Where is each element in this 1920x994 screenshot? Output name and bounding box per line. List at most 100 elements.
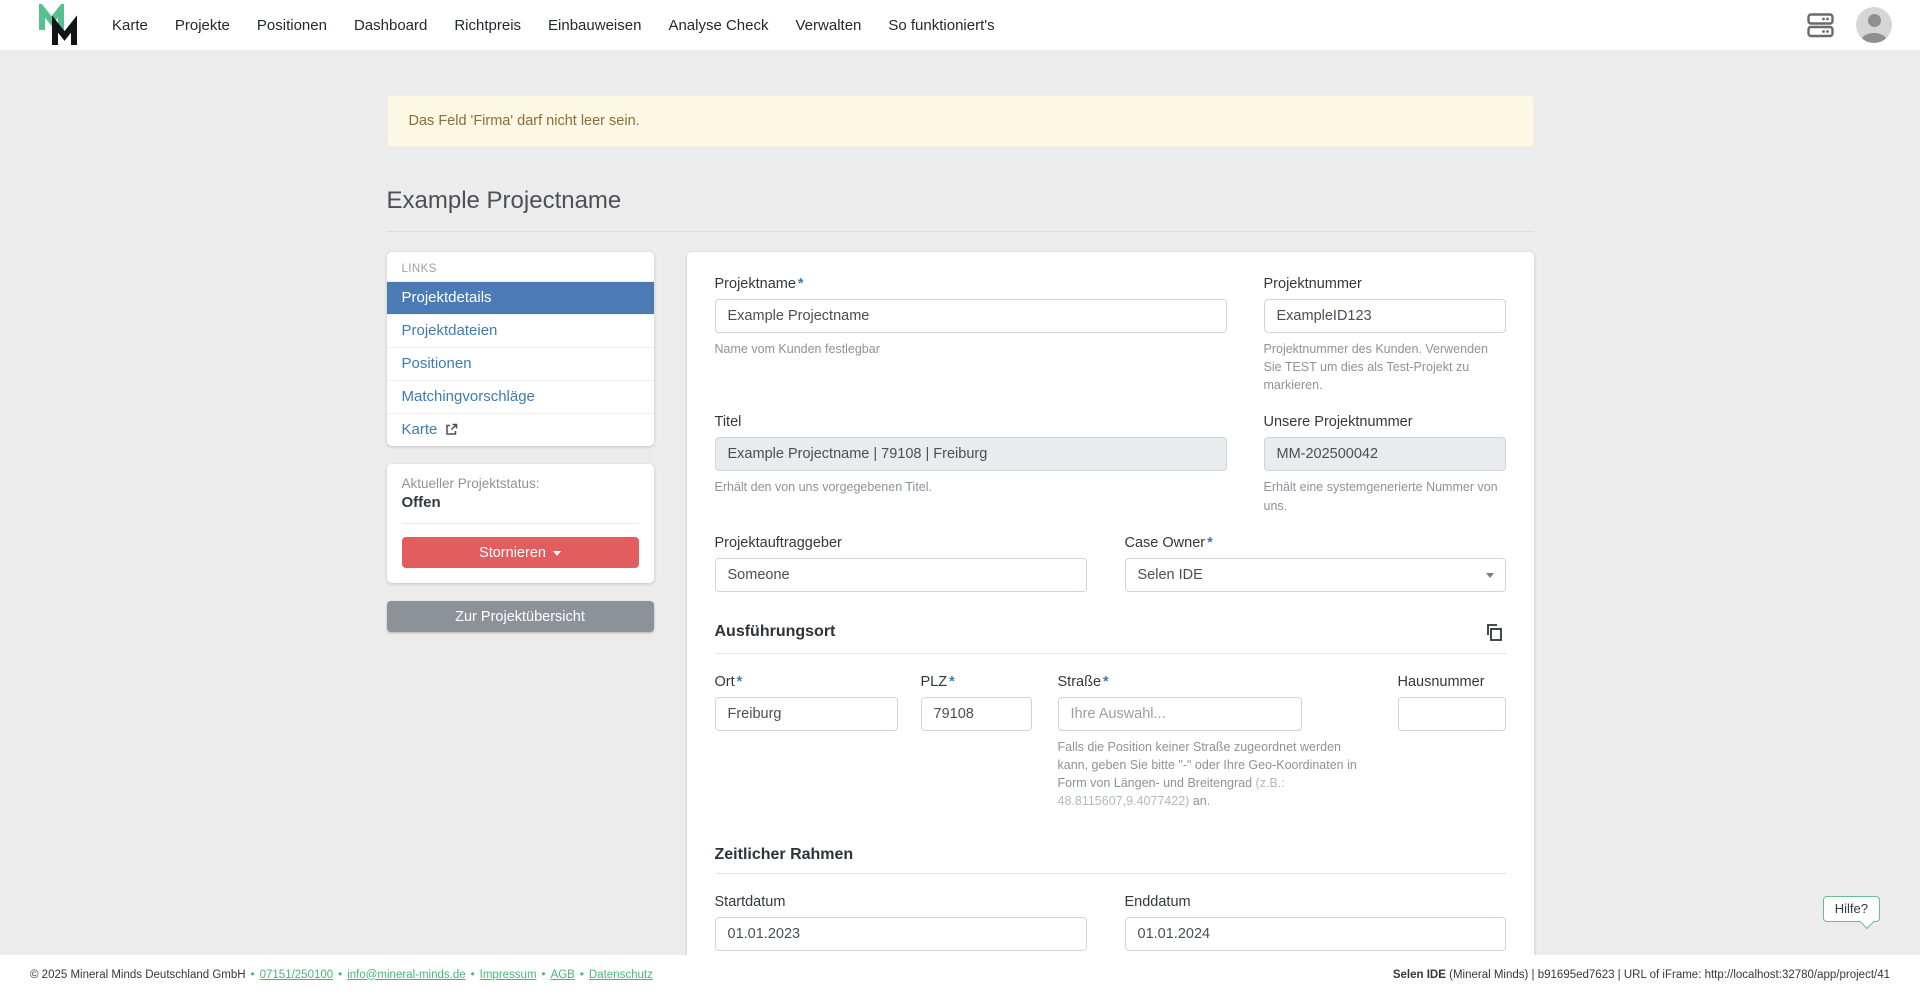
strasse-input[interactable] [1058,697,1302,731]
startdatum-label: Startdatum [715,894,1087,910]
zur-projektuebersicht-button[interactable]: Zur Projektübersicht [387,601,654,632]
nav-item-positionen[interactable]: Positionen [257,17,327,34]
section-title-zeitlicher-rahmen: Zeitlicher Rahmen [715,846,854,864]
enddatum-label: Enddatum [1125,894,1506,910]
unsere-projektnummer-input [1264,437,1506,471]
status-value: Offen [402,494,639,524]
required-asterisk: * [798,276,804,292]
navbar-right [1807,7,1892,43]
titel-input [715,437,1227,471]
nav-item-so-funktionierts[interactable]: So funktioniert's [888,17,994,34]
page-title: Example Projectname [387,187,1534,232]
case-owner-label: Case Owner* [1125,535,1506,551]
footer-separator [246,969,260,981]
avatar-body-icon [1861,33,1887,43]
sidebar-item-label: Projektdateien [402,322,498,339]
sidebar-item-projektdetails[interactable]: Projektdetails [387,281,654,314]
nav-item-einbauweisen[interactable]: Einbauweisen [548,17,641,34]
chevron-down-icon [553,551,561,556]
enddatum-input[interactable] [1125,917,1506,951]
top-navbar: Karte Projekte Positionen Dashboard Rich… [0,0,1920,50]
sidebar-item-karte[interactable]: Karte [387,413,654,446]
status-label: Aktueller Projektstatus: [402,476,639,491]
page-footer: © 2025 Mineral Minds Deutschland GmbH 07… [0,955,1920,994]
footer-link-phone[interactable]: 07151/250100 [260,969,334,981]
required-asterisk: * [737,674,743,690]
titel-label: Titel [715,414,1227,430]
footer-link-email[interactable]: info@mineral-minds.de [347,969,465,981]
select-caret-icon [1486,573,1494,578]
case-owner-selected-value: Selen IDE [1138,567,1203,583]
projektauftraggeber-input[interactable] [715,558,1087,592]
project-details-form: Projektname* Name vom Kunden festlegbar … [687,252,1534,983]
user-avatar[interactable] [1856,7,1892,43]
nav-item-projekte[interactable]: Projekte [175,17,230,34]
external-link-icon [445,423,458,436]
mineral-minds-logo-icon [38,4,78,46]
footer-session-info: (Mineral Minds) | b91695ed7623 | URL of … [1446,969,1890,981]
plz-input[interactable] [921,697,1032,731]
sidebar-item-matchingvorschlaege[interactable]: Matchingvorschläge [387,380,654,413]
footer-separator [537,969,551,981]
projektname-input[interactable] [715,299,1227,333]
strasse-label: Straße* [1058,674,1302,690]
brand-logo[interactable] [38,4,78,46]
warning-alert: Das Feld 'Firma' darf nicht leer sein. [387,95,1534,147]
footer-link-agb[interactable]: AGB [551,969,575,981]
ort-label: Ort* [715,674,898,690]
footer-separator [333,969,347,981]
nav-item-karte[interactable]: Karte [112,17,148,34]
sidebar-item-label: Projektdetails [402,289,492,306]
copy-icon [1484,622,1504,642]
page-content: Das Feld 'Firma' darf nicht leer sein. E… [387,95,1534,983]
footer-right: Selen IDE (Mineral Minds) | b91695ed7623… [1393,969,1890,981]
projektauftraggeber-label: Projektauftraggeber [715,535,1087,551]
sidebar-item-label: Positionen [402,355,472,372]
avatar-head-icon [1868,14,1881,27]
required-asterisk: * [1103,674,1109,690]
copy-address-button[interactable] [1482,620,1506,644]
hausnummer-input[interactable] [1398,697,1506,731]
footer-separator [575,969,589,981]
nav-item-verwalten[interactable]: Verwalten [796,17,862,34]
case-owner-select[interactable]: Selen IDE [1125,558,1506,592]
stornieren-button[interactable]: Stornieren [402,537,639,568]
links-card-header: LINKS [387,252,654,281]
sidebar-item-projektdateien[interactable]: Projektdateien [387,314,654,347]
hausnummer-label: Hausnummer [1398,674,1506,690]
plz-label: PLZ* [921,674,1032,690]
section-title-ausfuehrungsort: Ausführungsort [715,623,836,641]
footer-link-impressum[interactable]: Impressum [480,969,537,981]
unsere-projektnummer-label: Unsere Projektnummer [1264,414,1506,430]
nav-item-richtpreis[interactable]: Richtpreis [454,17,521,34]
nav-item-dashboard[interactable]: Dashboard [354,17,427,34]
strasse-helper: Falls die Position keiner Straße zugeord… [1058,738,1360,811]
server-stack-icon[interactable] [1807,13,1834,38]
footer-separator [466,969,480,981]
projektnummer-label: Projektnummer [1264,276,1506,292]
stornieren-button-label: Stornieren [479,545,546,561]
projektname-label: Projektname* [715,276,1227,292]
main-nav: Karte Projekte Positionen Dashboard Rich… [112,17,995,34]
footer-user-name: Selen IDE [1393,969,1446,981]
sidebar-item-positionen[interactable]: Positionen [387,347,654,380]
ort-input[interactable] [715,697,898,731]
sidebar-item-label: Matchingvorschläge [402,388,535,405]
project-status-card: Aktueller Projektstatus: Offen Storniere… [387,464,654,583]
nav-item-analyse-check[interactable]: Analyse Check [668,17,768,34]
unsere-projektnummer-helper: Erhält eine systemgenerierte Nummer von … [1264,478,1506,514]
warning-alert-message: Das Feld 'Firma' darf nicht leer sein. [409,113,640,129]
links-card: LINKS Projektdetails Projektdateien Posi… [387,252,654,446]
required-asterisk: * [949,674,955,690]
help-button[interactable]: Hilfe? [1823,896,1880,922]
left-sidebar: LINKS Projektdetails Projektdateien Posi… [387,252,654,632]
startdatum-input[interactable] [715,917,1087,951]
projektnummer-input[interactable] [1264,299,1506,333]
footer-link-datenschutz[interactable]: Datenschutz [589,969,653,981]
footer-left: © 2025 Mineral Minds Deutschland GmbH 07… [30,969,653,981]
required-asterisk: * [1207,535,1213,551]
sidebar-item-label: Karte [402,421,438,438]
projektnummer-helper: Projektnummer des Kunden. Verwenden Sie … [1264,340,1506,394]
copyright-text: © 2025 Mineral Minds Deutschland GmbH [30,969,246,981]
titel-helper: Erhält den von uns vorgegebenen Titel. [715,478,1227,496]
